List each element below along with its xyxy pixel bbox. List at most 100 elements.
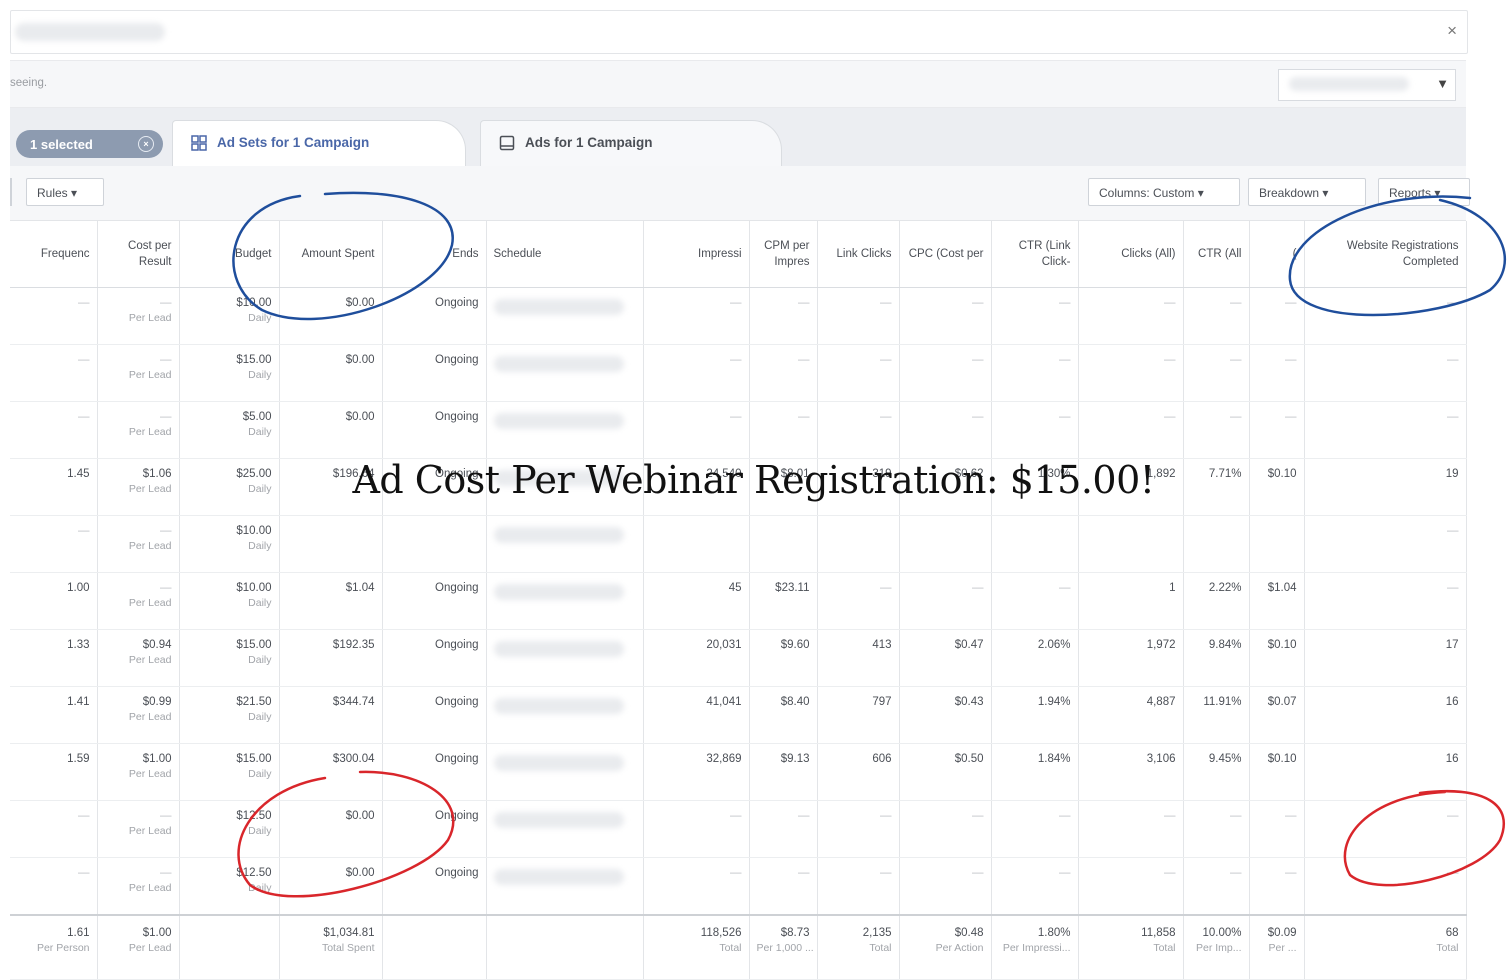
- cell-website-registrations: —: [1304, 287, 1467, 345]
- selection-pill[interactable]: 1 selected ×: [16, 130, 163, 158]
- cell-budget[interactable]: $15.00 Daily: [179, 743, 280, 801]
- table-row[interactable]: — — Per Lead $12.50 Daily $0.00 Ongoing — …: [10, 857, 1467, 916]
- table-row[interactable]: 1.41 $0.99 Per Lead $21.50 Daily $344.74 O…: [10, 686, 1467, 744]
- search-bar[interactable]: ×: [10, 10, 1468, 54]
- total-clicks-all: 11,858 Total: [1078, 914, 1184, 980]
- caret-down-icon: ▼: [1436, 76, 1449, 91]
- blurred-schedule: [493, 527, 624, 543]
- col-cpc[interactable]: CPC (Cost per: [899, 221, 992, 288]
- total-link-clicks: 2,135 Total: [817, 914, 900, 980]
- col-amount-spent[interactable]: Amount Spent: [279, 221, 383, 288]
- cell-link-clicks: 797: [817, 686, 900, 744]
- cell-clicks-all: [1078, 515, 1184, 573]
- blurred-schedule: [493, 755, 624, 771]
- cell-budget[interactable]: $5.00 Daily: [179, 401, 280, 459]
- cell-clicks-all: 1,972: [1078, 629, 1184, 687]
- col-impressions[interactable]: Impressi: [643, 221, 750, 288]
- cell-cpc-all: —: [1249, 344, 1305, 402]
- cell-budget[interactable]: $10.00 Daily: [179, 287, 280, 345]
- cell-link-clicks: —: [817, 344, 900, 402]
- rules-button[interactable]: Rules ▾: [26, 178, 104, 206]
- col-ends[interactable]: Ends: [382, 221, 487, 288]
- cell-amount-spent: $0.00: [279, 800, 383, 858]
- col-ctr-all[interactable]: CTR (All: [1183, 221, 1250, 288]
- ads-icon: [499, 135, 515, 151]
- cell-frequency: —: [10, 800, 98, 858]
- cell-ctr-all: 9.84%: [1183, 629, 1250, 687]
- cell-impressions: 45: [643, 572, 750, 630]
- cell-link-clicks: 606: [817, 743, 900, 801]
- blurred-schedule: [493, 413, 624, 429]
- cell-cost-per-result: — Per Lead: [97, 515, 180, 573]
- cell-website-registrations: 16: [1304, 743, 1467, 801]
- cell-frequency: 1.41: [10, 686, 98, 744]
- cell-budget[interactable]: $10.00 Daily: [179, 515, 280, 573]
- col-website-registrations[interactable]: Website Registrations Completed: [1304, 221, 1467, 288]
- cell-cpc: $0.43: [899, 686, 992, 744]
- cell-amount-spent: $0.00: [279, 857, 383, 916]
- cell-cpc: [899, 515, 992, 573]
- cell-budget[interactable]: $12.50 Daily: [179, 800, 280, 858]
- breakdown-button[interactable]: Breakdown ▾: [1248, 178, 1366, 206]
- cell-ctr-link: —: [991, 572, 1079, 630]
- clear-selection-icon[interactable]: ×: [138, 136, 154, 152]
- cell-website-registrations: 16: [1304, 686, 1467, 744]
- table-row[interactable]: — — Per Lead $5.00 Daily $0.00 Ongoing — —…: [10, 401, 1467, 459]
- cell-cpm: [749, 515, 818, 573]
- account-dropdown[interactable]: ▼: [1278, 69, 1456, 101]
- cell-link-clicks: —: [817, 287, 900, 345]
- cell-clicks-all: 3,106: [1078, 743, 1184, 801]
- cell-cpc: —: [899, 287, 992, 345]
- total-impressions: 118,526 Total: [643, 914, 750, 980]
- blurred-schedule: [493, 584, 624, 600]
- cell-budget[interactable]: $10.00 Daily: [179, 572, 280, 630]
- cell-cpc: —: [899, 572, 992, 630]
- cell-budget[interactable]: $15.00 Daily: [179, 344, 280, 402]
- table-row[interactable]: — — Per Lead $12.50 Daily $0.00 Ongoing — …: [10, 800, 1467, 858]
- cell-cpm: $23.11: [749, 572, 818, 630]
- col-frequency[interactable]: Frequenc: [10, 221, 98, 288]
- col-cpm[interactable]: CPM per Impres: [749, 221, 818, 288]
- table-row[interactable]: — — Per Lead $10.00 Daily —: [10, 515, 1467, 573]
- cell-budget[interactable]: $21.50 Daily: [179, 686, 280, 744]
- columns-button[interactable]: Columns: Custom ▾: [1088, 178, 1240, 206]
- cell-budget[interactable]: $15.00 Daily: [179, 629, 280, 687]
- cell-link-clicks: 413: [817, 629, 900, 687]
- tab-ads[interactable]: Ads for 1 Campaign: [480, 120, 782, 167]
- cell-website-registrations: —: [1304, 857, 1467, 916]
- cell-cpm: —: [749, 401, 818, 459]
- table-total-row: 1.61 Per Person $1.00 Per Lead $1,034.81 To…: [10, 914, 1467, 980]
- table-row[interactable]: 1.59 $1.00 Per Lead $15.00 Daily $300.04 O…: [10, 743, 1467, 801]
- cell-schedule: [486, 629, 644, 687]
- cell-ends: Ongoing: [382, 743, 487, 801]
- cell-cpm: $8.40: [749, 686, 818, 744]
- headline-overlay: Ad Cost Per Webinar Registration: $15.00…: [352, 458, 1155, 502]
- cell-clicks-all: —: [1078, 401, 1184, 459]
- table-header-row: Frequenc Cost per Result Budget Amount S…: [10, 221, 1467, 288]
- cell-cpc-all: $0.07: [1249, 686, 1305, 744]
- table-row[interactable]: 1.33 $0.94 Per Lead $15.00 Daily $192.35 O…: [10, 629, 1467, 687]
- col-link-clicks[interactable]: Link Clicks: [817, 221, 900, 288]
- col-clicks-all[interactable]: Clicks (All): [1078, 221, 1184, 288]
- table-row[interactable]: 1.00 — Per Lead $10.00 Daily $1.04 Ongoing…: [10, 572, 1467, 630]
- cell-amount-spent: $0.00: [279, 401, 383, 459]
- col-cpc-all[interactable]: (: [1249, 221, 1305, 288]
- cell-frequency: —: [10, 401, 98, 459]
- close-icon[interactable]: ×: [1447, 21, 1457, 41]
- cell-website-registrations: —: [1304, 401, 1467, 459]
- total-budget: [179, 914, 280, 980]
- table-row[interactable]: — — Per Lead $15.00 Daily $0.00 Ongoing — …: [10, 344, 1467, 402]
- tab-ad-sets[interactable]: Ad Sets for 1 Campaign: [172, 120, 466, 167]
- col-ctr-link[interactable]: CTR (Link Click-: [991, 221, 1079, 288]
- table-row[interactable]: — — Per Lead $10.00 Daily $0.00 Ongoing — …: [10, 287, 1467, 345]
- col-schedule[interactable]: Schedule: [486, 221, 644, 288]
- cell-cpc-all: —: [1249, 800, 1305, 858]
- cell-budget[interactable]: $12.50 Daily: [179, 857, 280, 916]
- col-budget[interactable]: Budget: [179, 221, 280, 288]
- toolbar-edge-button[interactable]: [10, 178, 12, 206]
- blurred-schedule: [493, 641, 624, 657]
- reports-button[interactable]: Reports ▾: [1378, 178, 1470, 206]
- col-cost-per-result[interactable]: Cost per Result: [97, 221, 180, 288]
- cell-ctr-link: 1.84%: [991, 743, 1079, 801]
- cell-impressions: —: [643, 344, 750, 402]
